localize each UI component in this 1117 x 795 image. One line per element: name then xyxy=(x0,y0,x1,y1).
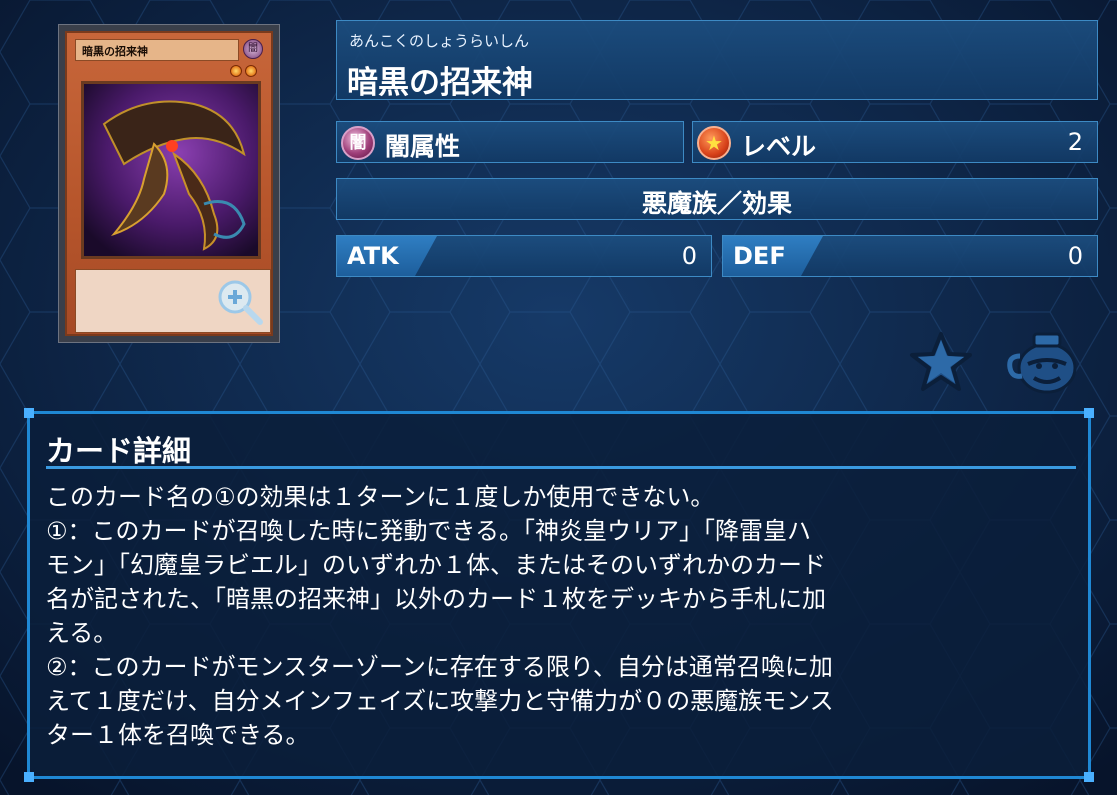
zoom-button[interactable] xyxy=(215,277,265,327)
card-image-name: 暗黒の招来神 xyxy=(75,39,239,61)
card-image-attribute-icon: 闇 xyxy=(243,39,263,59)
pot-button[interactable] xyxy=(1006,326,1080,396)
card-artwork xyxy=(81,81,261,259)
def-label: DEF xyxy=(733,242,786,270)
level-star-icon xyxy=(245,65,257,77)
atk-panel: ATK 0 xyxy=(336,235,712,277)
zoom-in-icon xyxy=(218,280,263,325)
divider xyxy=(46,466,1076,469)
card-detail-box: カード詳細 このカード名の①の効果は１ターンに１度しか使用できない。 ①：このカ… xyxy=(24,408,1094,782)
attribute-panel: 闇 闇属性 xyxy=(336,121,684,163)
card-detail-title: カード詳細 xyxy=(46,434,192,468)
card-face: 暗黒の招来神 闇 xyxy=(65,31,273,336)
level-panel: ★ レベル 2 xyxy=(692,121,1098,163)
card-image-level-stars xyxy=(230,65,257,77)
type-panel: 悪魔族／効果 xyxy=(336,178,1098,220)
def-tag: DEF xyxy=(723,236,823,276)
level-label: レベル xyxy=(741,132,817,161)
def-value: 0 xyxy=(1067,242,1083,270)
atk-label: ATK xyxy=(347,242,399,270)
card-thumbnail[interactable]: 暗黒の招来神 闇 xyxy=(58,24,280,343)
attribute-glyph: 闇 xyxy=(349,133,367,153)
card-title-panel: あんこくのしょうらいしん 暗黒の招来神 xyxy=(336,20,1098,101)
atk-tag: ATK xyxy=(337,236,437,276)
card-effect-text: このカード名の①の効果は１ターンに１度しか使用できない。 ①：このカードが召喚し… xyxy=(46,483,834,749)
attribute-label: 闇属性 xyxy=(385,132,461,161)
def-panel: DEF 0 xyxy=(722,235,1098,277)
level-star-icon xyxy=(230,65,242,77)
dark-attribute-icon: 闇 xyxy=(341,126,375,160)
card-reading: あんこくのしょうらいしん xyxy=(349,32,530,50)
star-icon xyxy=(910,332,972,391)
atk-value: 0 xyxy=(681,242,697,270)
favorite-button[interactable] xyxy=(908,330,974,394)
level-value: 2 xyxy=(1067,128,1083,156)
card-name: 暗黒の招来神 xyxy=(347,65,533,101)
level-star-icon: ★ xyxy=(697,126,731,160)
pot-of-greed-icon xyxy=(1007,332,1077,394)
card-type: 悪魔族／効果 xyxy=(641,189,792,218)
